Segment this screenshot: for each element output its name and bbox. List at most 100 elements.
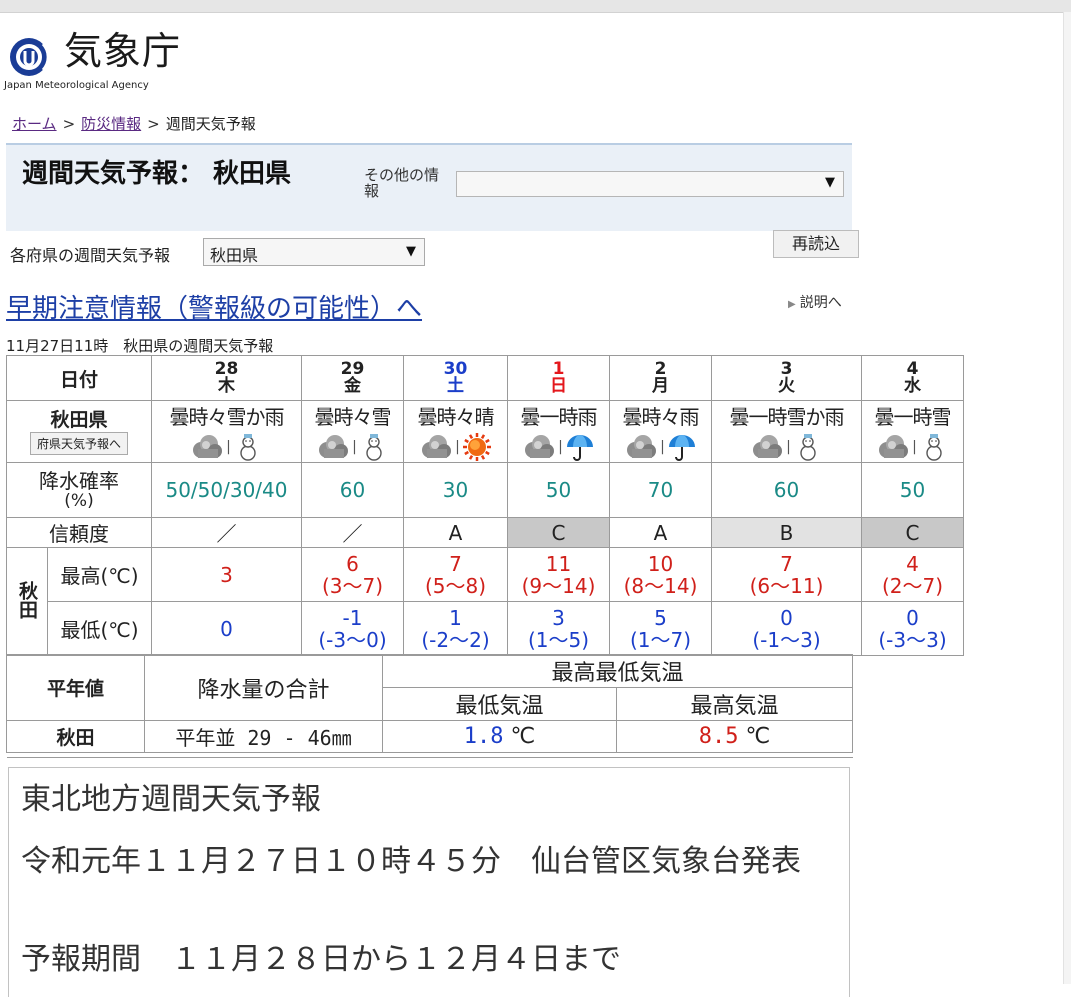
max-temp-normal-value: 8.5 <box>698 724 739 749</box>
min-temp-row: 最低(℃) 0 -1 (-3〜0) 1 (-2〜2) 3 (1〜5) 5 (1〜7) 0… <box>7 601 964 656</box>
regional-forecast-text: 東北地方週間天気予報 令和元年１１月２７日１０時４５分 仙台管区気象台発表 予報… <box>8 767 850 997</box>
jma-logo-icon <box>10 38 50 76</box>
min-temp-value: 3 <box>552 605 565 630</box>
weather-icons: | <box>404 432 507 462</box>
min-temp-range: (-2〜2) <box>421 627 490 652</box>
agency-name: 気象庁 <box>64 29 182 73</box>
date-weekday: 火 <box>778 376 795 396</box>
prefecture-row: 各府県の週間天気予報 秋田県 ▼ 再読込 <box>6 229 859 271</box>
max-temp-value: 3 <box>220 562 233 587</box>
date-weekday: 木 <box>218 376 235 396</box>
title-bar: 週間天気予報： 秋田県 その他の情報 ▼ <box>6 143 852 231</box>
prefecture-select-value: 秋田県 <box>210 246 259 265</box>
reliability-cell: ／ <box>151 517 302 548</box>
max-temp-normal-cell: 8.5 ℃ <box>616 720 853 753</box>
snowman-icon <box>240 434 256 461</box>
max-temp-range: (5〜8) <box>424 573 487 598</box>
pop-header-unit: (%) <box>64 491 94 511</box>
icon-separator: | <box>352 439 357 455</box>
early-warning-link[interactable]: 早期注意情報（警報級の可能性）へ <box>6 288 422 325</box>
precip-header: 降水量の合計 <box>144 654 383 721</box>
umbrella-icon <box>668 435 695 461</box>
breadcrumb-disaster-link[interactable]: 防災情報 <box>81 115 141 133</box>
weather-cell: 曇一時雪か雨 | <box>711 400 862 463</box>
max-temp-value: 6 <box>346 551 359 576</box>
weather-cell: 曇一時雪 | <box>861 400 964 463</box>
icon-separator: | <box>455 439 460 455</box>
breadcrumb-home-link[interactable]: ホーム <box>12 115 57 133</box>
weather-condition: 曇時々晴 <box>417 405 495 429</box>
max-temp-value: 7 <box>449 551 462 576</box>
reliability-header: 信頼度 <box>6 517 152 548</box>
icon-separator: | <box>660 439 665 455</box>
cloud-icon <box>627 435 657 458</box>
min-temp-cell: 0 <box>151 601 302 656</box>
max-temp-cell: 4 (2〜7) <box>861 547 964 602</box>
other-info-label: その他の情報 <box>364 166 440 200</box>
min-temp-cell: 1 (-2〜2) <box>403 601 508 656</box>
min-temp-range: (-3〜0) <box>318 627 387 652</box>
weather-icons: | <box>610 432 711 462</box>
regional-forecast-issued: 令和元年１１月２７日１０時４５分 仙台管区気象台発表 <box>21 844 801 879</box>
region-cell: 秋田県 府県天気予報へ <box>6 400 152 463</box>
explain-link[interactable]: ▶ 説明へ <box>788 292 842 312</box>
max-temp-range: (9〜14) <box>521 573 596 598</box>
reliability-cell: A <box>403 517 508 548</box>
date-header: 日付 <box>6 355 152 401</box>
min-temp-cell: -1 (-3〜0) <box>301 601 404 656</box>
snowman-icon <box>926 434 942 461</box>
normals-value-row: 秋田 平年並 29 - 46㎜ 1.8 ℃ 8.5 ℃ <box>6 720 853 753</box>
max-temp-cell: 3 <box>151 547 302 602</box>
date-weekday: 金 <box>344 376 361 396</box>
prefecture-forecast-button[interactable]: 府県天気予報へ <box>29 431 128 455</box>
date-cell: 2月 <box>609 355 712 401</box>
weather-cell: 曇時々雪 | <box>301 400 404 463</box>
temp-unit: ℃ <box>745 724 771 749</box>
other-info-select[interactable]: ▼ <box>456 171 844 197</box>
chevron-down-icon: ▼ <box>825 175 835 190</box>
pop-header-label: 降水確率 <box>39 469 119 493</box>
min-temp-range: (-3〜3) <box>878 627 947 652</box>
cloud-icon <box>525 435 555 458</box>
city-vertical-text: 秋田 <box>16 580 38 619</box>
reliability-row: 信頼度 ／ ／ A C A B C <box>6 517 964 548</box>
max-temp-cell: 10 (8〜14) <box>609 547 712 602</box>
explain-link-label: 説明へ <box>799 295 842 311</box>
min-temp-value: 0 <box>220 616 233 641</box>
agency-name-en: Japan Meteorological Agency <box>4 80 149 91</box>
date-row: 日付 28 木 29 金 30 土 1日 2月 3火 4水 <box>6 355 964 401</box>
normals-spacer-row <box>6 752 853 758</box>
date-cell: 1日 <box>507 355 610 401</box>
sun-icon <box>462 433 491 461</box>
max-temp-value: 4 <box>906 551 919 576</box>
normals-table: 平年値 降水量の合計 最高最低気温 最低気温 最高気温 秋田 平年並 29 - … <box>6 654 853 758</box>
weekly-forecast-table: 日付 28 木 29 金 30 土 1日 2月 3火 4水 秋田県 府県天気予報へ 曇… <box>6 355 964 656</box>
normals-header-row: 平年値 降水量の合計 最高最低気温 <box>6 654 853 721</box>
min-temp-value: 5 <box>654 605 667 630</box>
weather-cell: 曇時々雪か雨 | <box>151 400 302 463</box>
weather-icons: | <box>862 432 963 462</box>
weather-condition: 曇時々雪か雨 <box>169 405 285 429</box>
weather-condition: 曇一時雪 <box>874 405 952 429</box>
normals-header: 平年値 <box>6 654 145 721</box>
reload-button[interactable]: 再読込 <box>773 230 859 258</box>
max-temp-cell: 7 (5〜8) <box>403 547 508 602</box>
normals-city: 秋田 <box>6 720 145 753</box>
pop-cell: 60 <box>711 462 862 518</box>
max-temp-value: 7 <box>780 551 793 576</box>
icon-separator: | <box>786 439 791 455</box>
pop-cell: 30 <box>403 462 508 518</box>
date-weekday: 水 <box>904 376 921 396</box>
chevron-down-icon: ▼ <box>406 244 416 259</box>
date-cell: 28 木 <box>151 355 302 401</box>
weather-condition: 曇時々雪 <box>314 405 392 429</box>
pop-header: 降水確率 (%) <box>6 462 152 518</box>
min-temp-cell: 5 (1〜7) <box>609 601 712 656</box>
prefecture-select[interactable]: 秋田県 ▼ <box>203 238 425 266</box>
max-temp-cell: 7 (6〜11) <box>711 547 862 602</box>
weather-row: 秋田県 府県天気予報へ 曇時々雪か雨 | 曇時々雪 | 曇時々晴 | 曇一時雨 | 曇時… <box>6 400 964 463</box>
max-temp-range: (2〜7) <box>881 573 944 598</box>
reliability-cell: ／ <box>301 517 404 548</box>
scrollbar[interactable] <box>1063 12 1071 984</box>
min-temp-normal-value: 1.8 <box>463 724 504 749</box>
